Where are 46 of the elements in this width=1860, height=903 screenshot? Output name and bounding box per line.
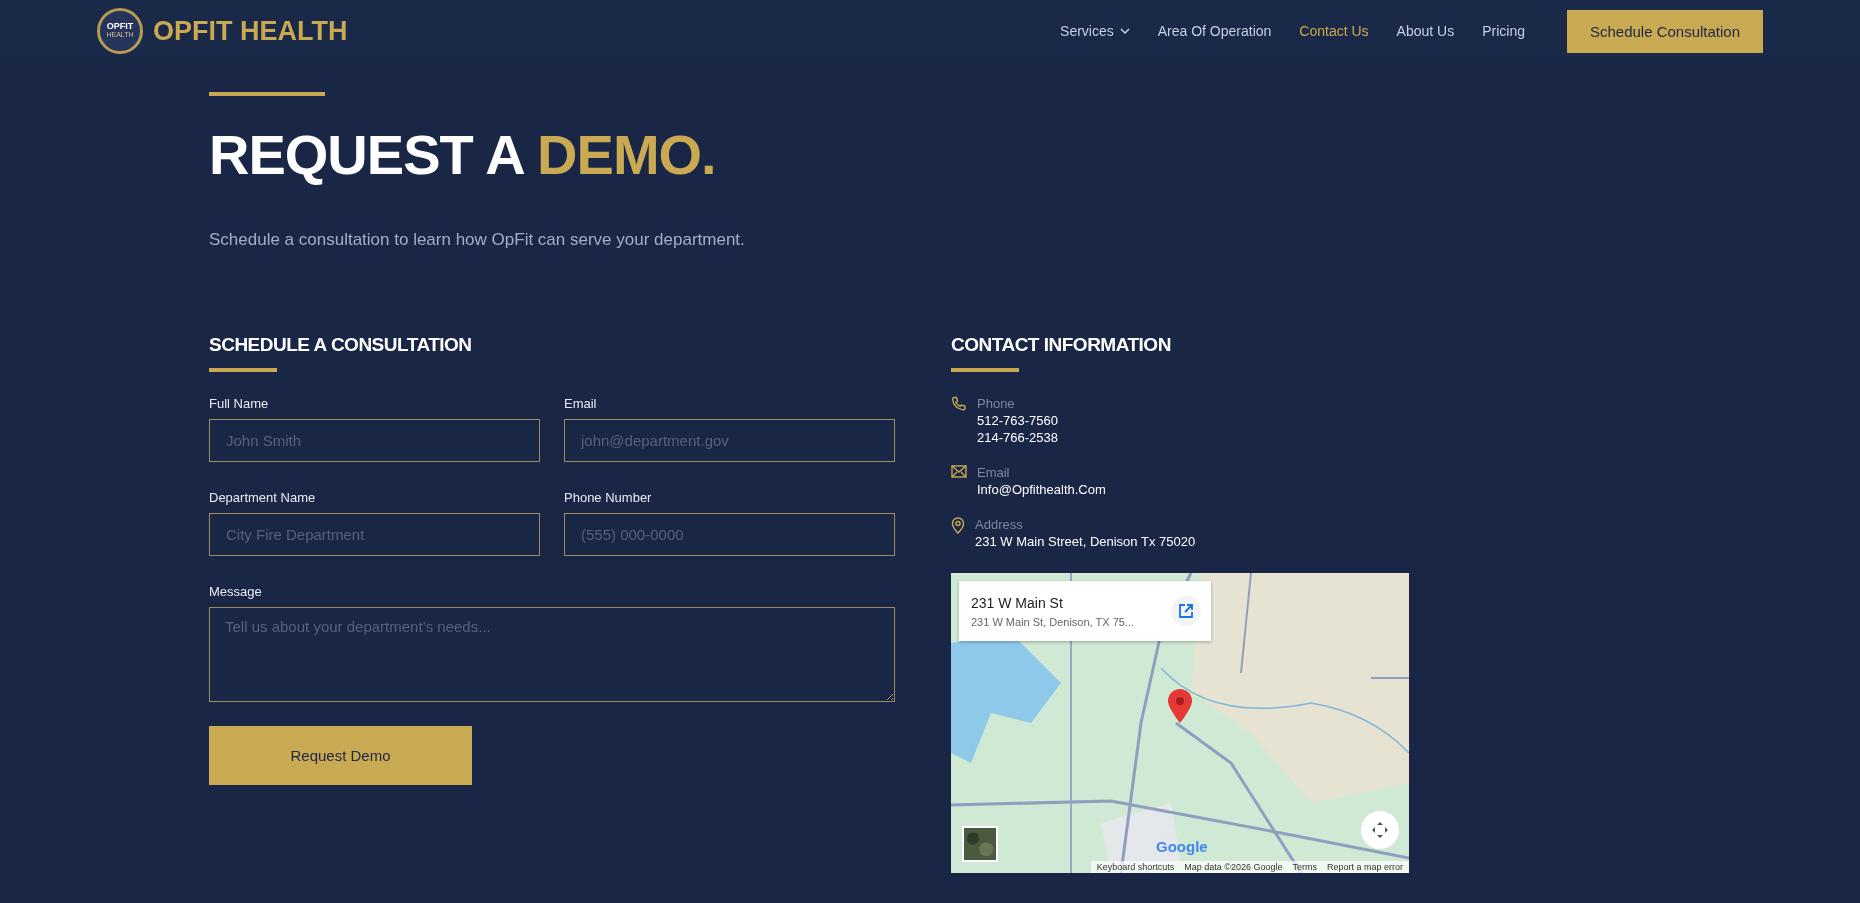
page-subtitle: Schedule a consultation to learn how OpFit can serve your department. — [209, 230, 746, 250]
contact-value: 214-766-2538 — [977, 430, 1058, 445]
nav-link[interactable]: Contact Us — [1299, 23, 1369, 39]
map-footer-link[interactable]: Map data ©2026 Google — [1184, 862, 1283, 872]
brand-name[interactable]: OPFIT HEALTH — [153, 15, 348, 47]
field-label: Email — [564, 396, 598, 411]
map-logo: Google — [1156, 838, 1208, 855]
map-footer-link[interactable]: Keyboard shortcuts — [1096, 862, 1175, 872]
contact-value: 231 W Main Street, Denison Tx 75020 — [975, 534, 1196, 549]
page-title: REQUEST A DEMO. — [209, 122, 717, 188]
schedule-consultation-button[interactable]: Schedule Consultation — [1567, 9, 1763, 53]
nav-link[interactable]: Services — [1060, 23, 1130, 39]
input-field[interactable]: City Fire Department — [209, 513, 540, 556]
nav-link[interactable]: About Us — [1396, 23, 1455, 39]
place-address: 231 W Main St, Denison, TX 75... — [971, 615, 1135, 628]
fullscreen-icon — [1370, 820, 1390, 840]
input-field[interactable]: john@department.gov — [564, 419, 895, 462]
map-pin-icon — [1167, 688, 1193, 724]
field-label: Phone Number — [564, 490, 653, 505]
request-demo-button[interactable]: Request Demo — [209, 726, 472, 785]
open-in-maps-button[interactable] — [1171, 596, 1201, 626]
chevron-down-icon — [1119, 28, 1130, 34]
location-pin-icon — [951, 517, 965, 534]
contact-label: Email — [977, 465, 1011, 480]
phone-icon — [951, 396, 967, 412]
contact-label: Phone — [977, 396, 1016, 411]
field-label: Department Name — [209, 490, 317, 505]
field-label: Message — [209, 584, 263, 599]
field-label: Full Name — [209, 396, 270, 411]
satellite-view-toggle[interactable] — [962, 826, 998, 862]
nav-link[interactable]: Pricing — [1482, 23, 1525, 39]
external-link-icon — [1178, 603, 1194, 619]
place-title: 231 W Main St — [971, 594, 1064, 611]
contact-value: Info@Opfithealth.Com — [977, 482, 1106, 497]
input-field[interactable]: (555) 000-0000 — [564, 513, 895, 556]
map-footer-link[interactable]: Report a map error — [1326, 862, 1403, 872]
map-footer-link[interactable]: Terms — [1292, 862, 1317, 872]
section-heading: SCHEDULE A CONSULTATION — [209, 334, 473, 356]
message-field[interactable]: Tell us about your department’s needs... — [209, 607, 895, 702]
contact-value: 512-763-7560 — [977, 413, 1058, 428]
section-heading: CONTACT INFORMATION — [951, 334, 1172, 356]
logo-badge-text: OPFIT — [106, 22, 134, 32]
contact-label: Address — [975, 517, 1024, 532]
input-field[interactable]: John Smith — [209, 419, 540, 462]
nav-link[interactable]: Area Of Operation — [1157, 23, 1272, 39]
envelope-icon — [951, 465, 967, 478]
